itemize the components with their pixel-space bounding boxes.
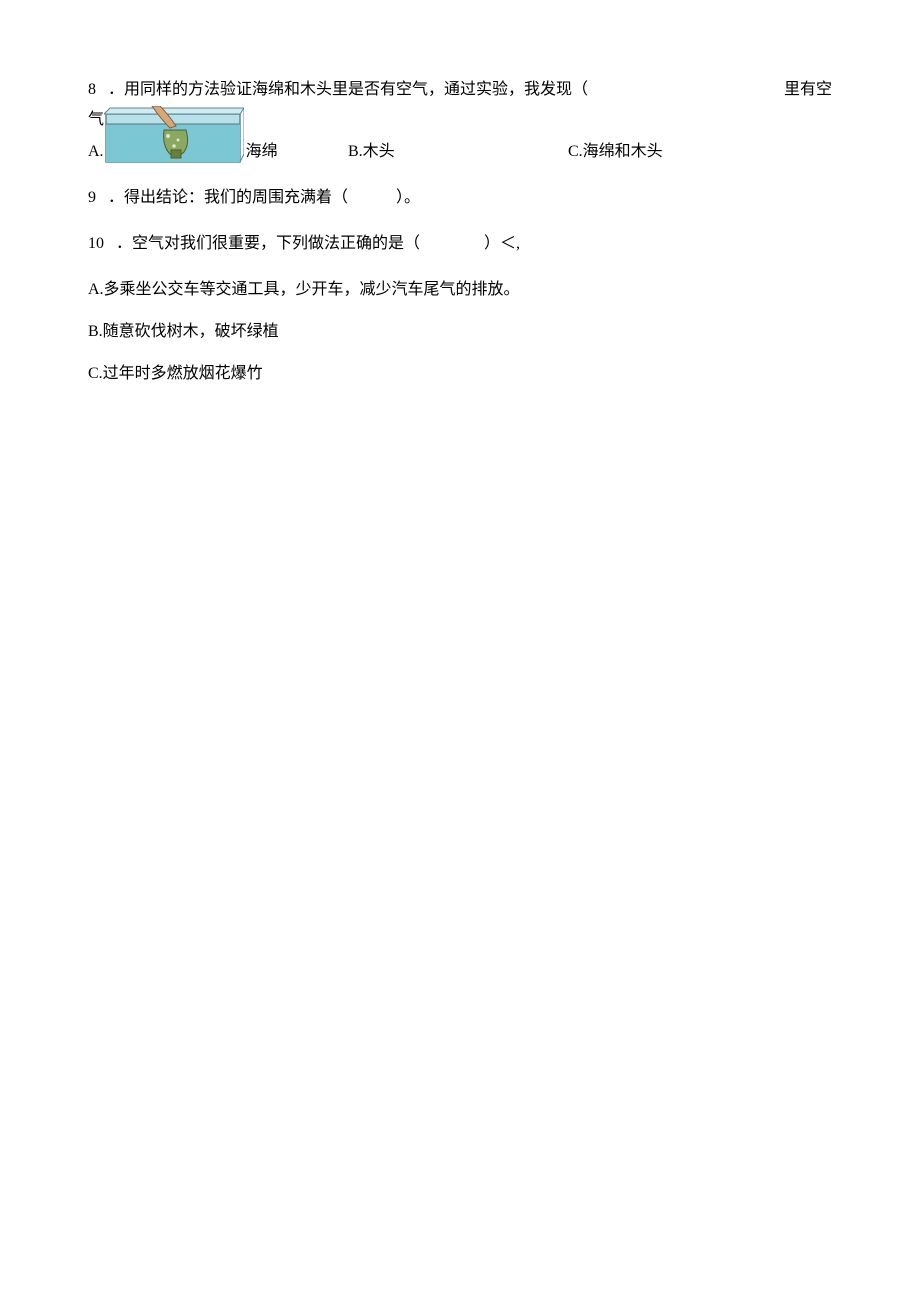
option-8a-label: 海绵 [246, 140, 278, 164]
question-9-number: 9 [88, 186, 96, 210]
experiment-tank-illustration [104, 106, 244, 164]
option-10a: A.多乘坐公交车等交通工具，少开车，减少汽车尾气的排放。 [88, 278, 832, 302]
question-10-text-before: ．空气对我们很重要，下列做法正确的是（ ） [116, 235, 500, 252]
question-8-stem: 8 ．用同样的方法验证海绵和木头里是否有空气，通过实验，我发现（ 里有空 [88, 78, 832, 102]
question-9: 9 ．得出结论：我们的周围充满着（ ）。 [88, 186, 832, 210]
question-9-text: ．得出结论：我们的周围充满着（ ）。 [108, 186, 420, 210]
option-8a: A. 海绵 [88, 106, 348, 164]
question-8-options: A. 海绵 B.木头 C.海绵和木头 [88, 106, 832, 164]
option-8b: B.木头 [348, 140, 568, 164]
question-8-text: ．用同样的方法验证海绵和木头里是否有空气，通过实验，我发现（ [108, 78, 744, 102]
option-10c: C.过年时多燃放烟花爆竹 [88, 362, 832, 386]
question-10: 10 ．空气对我们很重要，下列做法正确的是（ ）＜, [88, 232, 832, 256]
question-10-number: 10 [88, 232, 104, 256]
option-8c: C.海绵和木头 [568, 140, 663, 164]
option-8a-prefix: A. [88, 140, 104, 164]
question-8-qi-char: 气 [88, 108, 104, 132]
question-8-number: 8 [88, 78, 96, 102]
question-10-text: ．空气对我们很重要，下列做法正确的是（ ）＜, [116, 232, 520, 256]
question-8-tail: 里有空 [744, 78, 832, 102]
less-than-symbol: ＜, [500, 235, 520, 252]
option-10b: B.随意砍伐树木，破坏绿植 [88, 320, 832, 344]
